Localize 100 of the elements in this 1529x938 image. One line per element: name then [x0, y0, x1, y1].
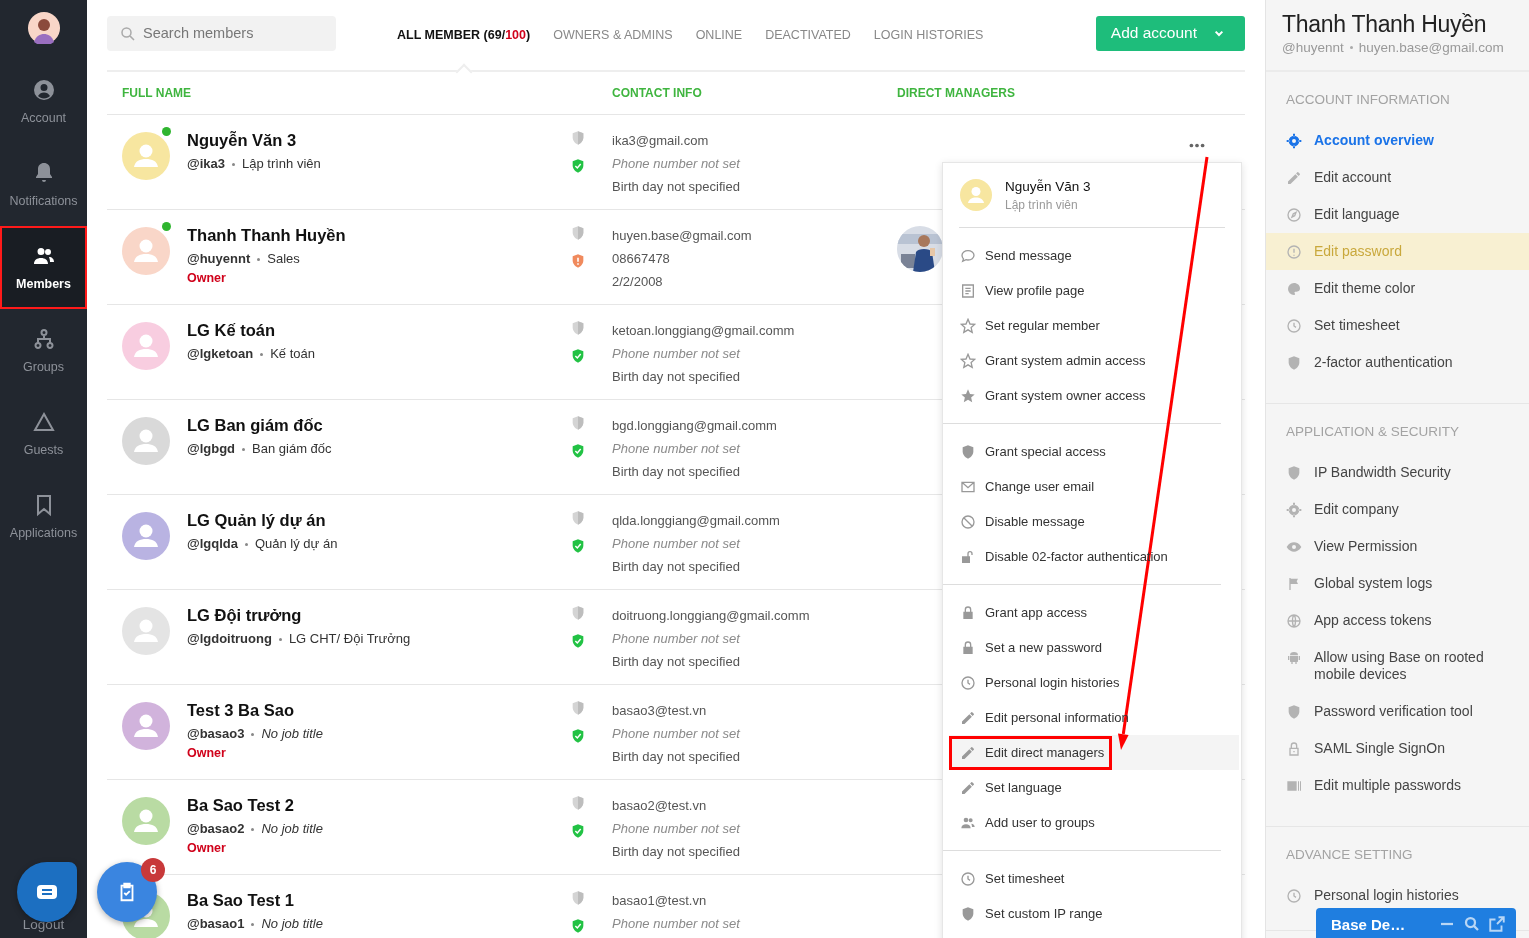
settings-item[interactable]: SAML Single SignOn [1266, 730, 1529, 767]
menu-item[interactable]: Send message [943, 238, 1239, 273]
search-field[interactable]: Search members [107, 15, 336, 51]
nav-item[interactable]: Guests [0, 392, 87, 475]
email-text: ketoan.longgiang@gmail.comm [612, 322, 795, 340]
email-text: basao1@test.vn [612, 892, 707, 910]
compass-icon [1286, 206, 1302, 223]
menu-item[interactable]: Set a new password [943, 630, 1239, 665]
column-header: DIRECT MANAGERS [897, 86, 1015, 100]
username: @huyennt [187, 250, 251, 268]
pencil-icon [1286, 169, 1302, 186]
separator-dot [1349, 46, 1353, 49]
shield-icon [960, 443, 976, 460]
role-label: Owner [187, 271, 226, 285]
speech-bubble-icon [960, 247, 976, 264]
job-title: Ban giám đốc [252, 440, 332, 458]
phone-text: Phone number not set [612, 535, 740, 553]
settings-item[interactable]: Set timesheet [1266, 307, 1529, 344]
member-name[interactable]: LG Kế toán [187, 320, 275, 340]
job-title: No job title [261, 915, 323, 933]
settings-item[interactable]: Edit language [1266, 196, 1529, 233]
gear-icon [1286, 132, 1302, 149]
member-name[interactable]: Nguyễn Văn 3 [187, 130, 297, 150]
section-title: ACCOUNT INFORMATION [1286, 91, 1451, 109]
settings-item[interactable]: Password verification tool [1266, 693, 1529, 730]
chat-dialog[interactable]: Base De… [1316, 908, 1516, 938]
email-text: bgd.longgiang@gmail.comm [612, 417, 777, 435]
notification-badge: 6 [141, 858, 165, 882]
separator-dot [251, 922, 255, 926]
settings-item[interactable]: Global system logs [1266, 565, 1529, 602]
member-name[interactable]: LG Quản lý dự án [187, 510, 326, 530]
star-icon [960, 387, 976, 404]
menu-item[interactable]: Edit direct managers [949, 735, 1239, 770]
logout-link[interactable]: Logout [22, 917, 65, 932]
gear-icon [1286, 501, 1302, 518]
email-text: huyen.base@gmail.com [612, 227, 752, 245]
birthday-text: Birth day not specified [612, 653, 740, 671]
member-name[interactable]: Ba Sao Test 1 [187, 890, 294, 910]
email-text: ika3@gmail.com [612, 132, 709, 150]
settings-item[interactable]: Edit company [1266, 491, 1529, 528]
menu-item[interactable]: Grant app access [943, 595, 1239, 630]
phone-text: Phone number not set [612, 440, 740, 458]
email-text: huyen.base@gmail.com [1358, 40, 1504, 55]
email-text: qlda.longgiang@gmail.comm [612, 512, 780, 530]
more-icon [1189, 142, 1205, 148]
phone-text: Phone number not set [612, 820, 740, 838]
settings-item[interactable]: Personal login histories [1266, 877, 1529, 908]
menu-item[interactable]: Set custom IP range [943, 896, 1239, 931]
external-link-icon[interactable] [1488, 915, 1506, 933]
nav-item[interactable]: Notifications [0, 143, 87, 226]
role-label: Owner [187, 746, 226, 760]
nav-item[interactable]: Applications [0, 475, 87, 558]
tab[interactable]: DEACTIVATED [765, 0, 851, 71]
menu-item[interactable]: Disable message [943, 504, 1239, 539]
menu-user-name: Nguyễn Văn 3 [1005, 178, 1091, 194]
settings-item[interactable]: Edit account [1266, 159, 1529, 196]
search-icon[interactable] [1463, 915, 1481, 933]
settings-item[interactable]: IP Bandwidth Security [1266, 454, 1529, 491]
settings-item[interactable]: Account overview [1266, 122, 1529, 159]
nav-item[interactable]: Members [0, 226, 87, 309]
tasks-button[interactable] [97, 862, 157, 922]
separator-dot [251, 827, 255, 831]
settings-item[interactable]: View Permission [1266, 528, 1529, 565]
user-avatar[interactable] [27, 12, 60, 44]
phone-text: Phone number not set [612, 630, 740, 648]
nav-item[interactable]: Account [0, 60, 87, 143]
shield-icon [1286, 464, 1302, 481]
menu-item[interactable]: Grant system admin access [943, 343, 1239, 378]
menu-item[interactable]: Add user to groups [943, 805, 1239, 840]
nav-item[interactable]: Groups [0, 309, 87, 392]
job-title: Lập trình viên [242, 155, 321, 173]
clock-icon [960, 674, 976, 691]
settings-item[interactable]: Allow using Base on rooted mobile devices [1266, 639, 1529, 693]
tab[interactable]: LOGIN HISTORIES [873, 0, 984, 71]
birthday-text: 2/2/2008 [612, 273, 663, 291]
shield-icon [960, 905, 976, 922]
separator-dot [257, 257, 261, 261]
phone-text: Phone number not set [612, 915, 740, 933]
settings-item[interactable]: Edit multiple passwords [1266, 767, 1529, 804]
member-name[interactable]: Thanh Thanh Huyền [187, 225, 346, 245]
phone-text: 08667478 [612, 250, 670, 268]
job-title: No job title [261, 820, 323, 838]
menu-item[interactable]: View profile page [943, 273, 1239, 308]
member-name[interactable]: Test 3 Ba Sao [187, 700, 294, 720]
document-icon [960, 282, 976, 299]
menu-item[interactable]: Grant special access [943, 434, 1239, 469]
menu-item[interactable]: Set regular member [943, 308, 1239, 343]
shield-icon [570, 795, 586, 811]
member-name[interactable]: LG Đội trưởng [187, 605, 302, 625]
tab[interactable]: ONLINE [695, 0, 743, 71]
settings-item[interactable]: 2-factor authentication [1266, 344, 1529, 381]
settings-item[interactable]: App access tokens [1266, 602, 1529, 639]
member-name[interactable]: LG Ban giám đốc [187, 415, 323, 435]
shield-icon [570, 130, 586, 146]
profile-name: Thanh Thanh Huyền [1282, 10, 1488, 38]
settings-item[interactable]: Edit theme color [1266, 270, 1529, 307]
birthday-text: Birth day not specified [612, 368, 740, 386]
email-text: basao3@test.vn [612, 702, 707, 720]
tab[interactable]: OWNERS & ADMINS [553, 0, 673, 71]
member-name[interactable]: Ba Sao Test 2 [187, 795, 294, 815]
